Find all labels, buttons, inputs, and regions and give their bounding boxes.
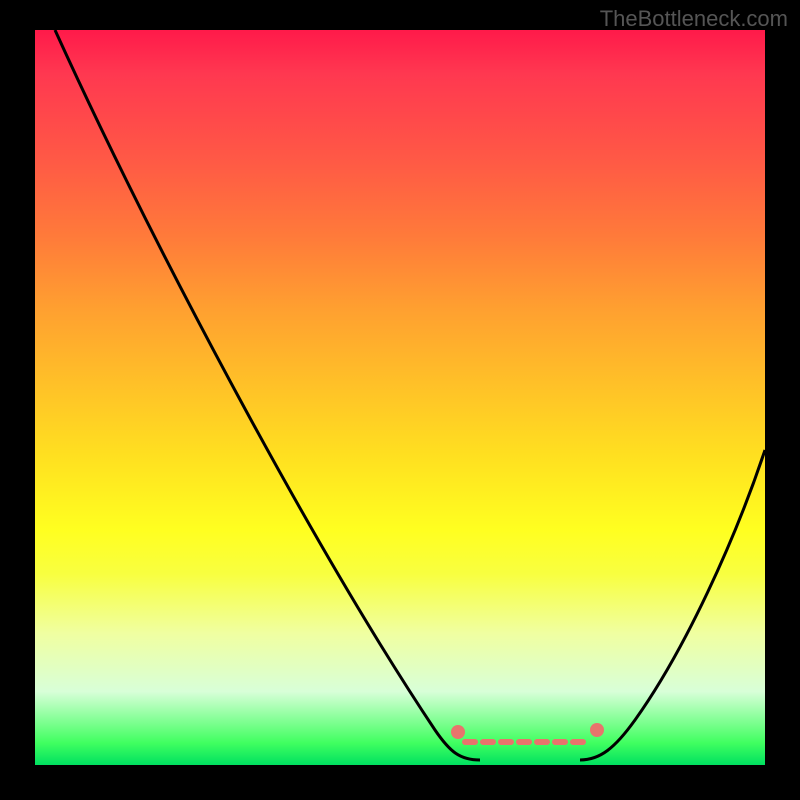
optimal-range-end-marker	[590, 723, 604, 737]
bottleneck-curve-left	[55, 30, 480, 760]
watermark-text: TheBottleneck.com	[600, 6, 788, 32]
bottleneck-curve-right	[580, 450, 765, 760]
plot-area	[35, 30, 765, 765]
bottleneck-curve-svg	[35, 30, 765, 765]
optimal-range-start-marker	[451, 725, 465, 739]
